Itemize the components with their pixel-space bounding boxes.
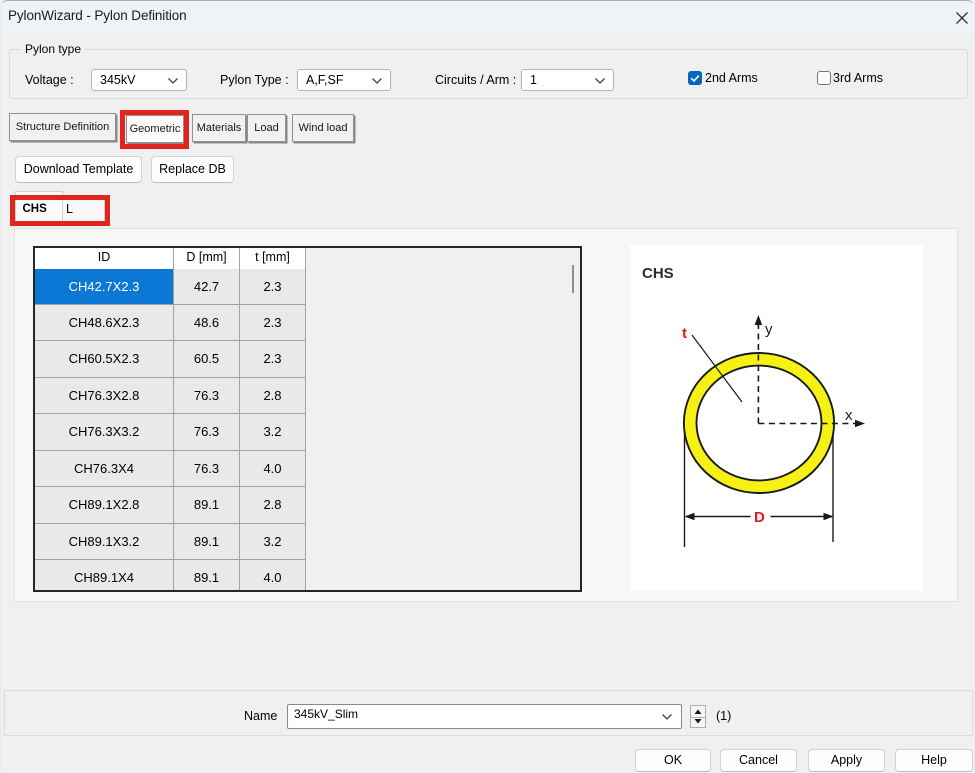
svg-text:x: x: [845, 407, 853, 424]
svg-text:D: D: [754, 509, 765, 526]
svg-text:y: y: [765, 321, 773, 338]
svg-text:t: t: [682, 325, 687, 342]
